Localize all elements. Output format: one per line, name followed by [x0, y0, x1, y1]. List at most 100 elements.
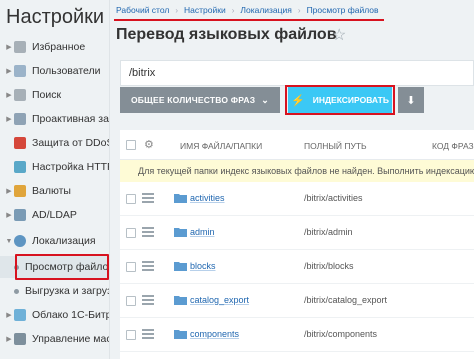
- breadcrumb-localization[interactable]: Локализация: [234, 5, 298, 15]
- sidebar-item-label: Локализация: [32, 235, 96, 247]
- path-input-value: /bitrix: [129, 67, 156, 79]
- row-checkbox[interactable]: [126, 330, 136, 340]
- scale-icon: [14, 333, 26, 345]
- file-name-link[interactable]: blocks: [190, 261, 216, 271]
- expand-arrow-icon[interactable]: ▶: [4, 43, 14, 51]
- sidebar-item-label: Облако 1С-Битрикс: [32, 309, 109, 321]
- currency-icon: [14, 185, 26, 197]
- column-header-name[interactable]: ИМЯ ФАЙЛА/ПАПКИ: [180, 141, 262, 151]
- expand-arrow-icon[interactable]: ▶: [4, 187, 14, 195]
- download-button[interactable]: ⬇: [398, 87, 424, 113]
- search-icon: [14, 89, 26, 101]
- sidebar-item-scaling[interactable]: ▶ Управление масшт: [0, 328, 109, 350]
- sidebar-item-proactive-protection[interactable]: ▶ Проактивная защи: [0, 108, 109, 130]
- ddos-icon: [14, 137, 26, 149]
- file-path: /bitrix/activities: [304, 193, 363, 203]
- row-menu-icon[interactable]: [142, 193, 154, 205]
- shield-icon: [14, 113, 26, 125]
- file-name-link[interactable]: components: [190, 329, 239, 339]
- row-menu-icon[interactable]: [142, 295, 154, 307]
- sidebar: Настройки ▶ Избранное ▶ Пользователи ▶ П…: [0, 0, 110, 359]
- sidebar-item-label: Валюты: [32, 185, 71, 197]
- column-header-path[interactable]: ПОЛНЫЙ ПУТЬ: [304, 141, 367, 151]
- sidebar-item-label: Выгрузка и загрузк: [25, 285, 110, 297]
- sidebar-item-favorites[interactable]: ▶ Избранное: [0, 36, 109, 58]
- row-checkbox[interactable]: [126, 262, 136, 272]
- highlight-frame: [285, 85, 395, 115]
- sidebar-item-ldap[interactable]: ▶ AD/LDAP: [0, 204, 109, 226]
- download-icon: ⬇: [406, 94, 416, 107]
- column-header-code[interactable]: КОД ФРАЗЫ: [432, 141, 474, 151]
- row-menu-icon[interactable]: [142, 261, 154, 273]
- sidebar-item-ddos[interactable]: Защита от DDoS: [0, 132, 110, 154]
- gear-icon[interactable]: ⚙: [144, 138, 154, 151]
- favorite-star-icon[interactable]: ☆: [332, 25, 346, 45]
- sidebar-item-export-import[interactable]: Выгрузка и загрузк: [0, 280, 110, 302]
- sidebar-title: Настройки: [6, 6, 105, 28]
- sidebar-item-localization[interactable]: ▼ Локализация: [0, 230, 109, 252]
- bullet-icon: [14, 288, 19, 294]
- file-name-link[interactable]: admin: [190, 227, 215, 237]
- folder-icon: [174, 194, 187, 203]
- sidebar-item-label: Управление масшт: [32, 333, 109, 345]
- table-row[interactable]: catalog_export /bitrix/catalog_export: [120, 284, 474, 318]
- ldap-icon: [14, 209, 26, 221]
- file-name-link[interactable]: activities: [190, 193, 225, 203]
- expand-arrow-icon[interactable]: ▶: [4, 115, 14, 123]
- folder-icon: [174, 296, 187, 305]
- sidebar-item-search[interactable]: ▶ Поиск: [0, 84, 109, 106]
- index-notice: Для текущей папки индекс языковых файлов…: [120, 160, 474, 182]
- expand-arrow-icon[interactable]: ▶: [4, 335, 14, 343]
- star-icon: [14, 41, 26, 53]
- sidebar-item-label: Защита от DDoS: [32, 137, 110, 149]
- select-all-checkbox[interactable]: [126, 140, 136, 150]
- row-menu-icon[interactable]: [142, 227, 154, 239]
- highlight-underline: [114, 19, 384, 21]
- path-input[interactable]: /bitrix: [120, 60, 474, 86]
- sidebar-item-label: Проактивная защи: [32, 113, 109, 125]
- row-checkbox[interactable]: [126, 296, 136, 306]
- breadcrumb-desktop[interactable]: Рабочий стол: [110, 5, 175, 15]
- table-row[interactable]: activities /bitrix/activities: [120, 182, 474, 216]
- cloud-icon: [14, 309, 26, 321]
- expand-arrow-icon[interactable]: ▶: [4, 67, 14, 75]
- breadcrumb-file-viewer[interactable]: Просмотр файлов: [301, 5, 385, 15]
- folder-icon: [174, 330, 187, 339]
- phrase-count-button[interactable]: ОБЩЕЕ КОЛИЧЕСТВО ФРАЗ ⌄: [120, 87, 280, 113]
- sidebar-item-label: Настройка HTTPS: [32, 161, 109, 173]
- expand-arrow-icon[interactable]: ▶: [4, 91, 14, 99]
- file-path: /bitrix/catalog_export: [304, 295, 388, 305]
- https-icon: [14, 161, 26, 173]
- expand-arrow-icon[interactable]: ▶: [4, 311, 14, 319]
- table-row[interactable]: admin /bitrix/admin: [120, 216, 474, 250]
- sidebar-item-label: Пользователи: [32, 65, 101, 77]
- table-row[interactable]: blocks /bitrix/blocks: [120, 250, 474, 284]
- sidebar-item-label: AD/LDAP: [32, 209, 77, 221]
- row-checkbox[interactable]: [126, 228, 136, 238]
- sidebar-item-bitrix-cloud[interactable]: ▶ Облако 1С-Битрикс: [0, 304, 109, 326]
- breadcrumb-settings[interactable]: Настройки: [178, 5, 232, 15]
- sidebar-item-https[interactable]: Настройка HTTPS: [0, 156, 109, 178]
- row-menu-icon[interactable]: [142, 329, 154, 341]
- file-path: /bitrix/blocks: [304, 261, 354, 271]
- expand-arrow-icon[interactable]: ▶: [4, 211, 14, 219]
- breadcrumb: Рабочий стол › Настройки › Локализация ›…: [110, 0, 474, 20]
- sidebar-item-users[interactable]: ▶ Пользователи: [0, 60, 109, 82]
- row-checkbox[interactable]: [126, 194, 136, 204]
- collapse-arrow-icon[interactable]: ▼: [4, 238, 14, 245]
- folder-icon: [174, 228, 187, 237]
- sidebar-item-label: Поиск: [32, 89, 62, 101]
- file-name-link[interactable]: catalog_export: [190, 295, 249, 305]
- main-content: Рабочий стол › Настройки › Локализация ›…: [110, 0, 474, 359]
- folder-icon: [174, 262, 187, 271]
- page-title: Перевод языковых файлов: [116, 26, 337, 43]
- file-path: /bitrix/admin: [304, 227, 353, 237]
- file-path: /bitrix/components: [304, 329, 378, 339]
- table-row[interactable]: components /bitrix/components: [120, 318, 474, 352]
- users-icon: [14, 65, 26, 77]
- globe-icon: [14, 235, 26, 247]
- sidebar-item-currencies[interactable]: ▶ Валюты: [0, 180, 109, 202]
- files-table: ⚙ ИМЯ ФАЙЛА/ПАПКИ ПОЛНЫЙ ПУТЬ КОД ФРАЗЫ …: [120, 130, 474, 359]
- sidebar-item-label: Избранное: [32, 41, 86, 53]
- phrase-count-label: ОБЩЕЕ КОЛИЧЕСТВО ФРАЗ: [131, 95, 256, 105]
